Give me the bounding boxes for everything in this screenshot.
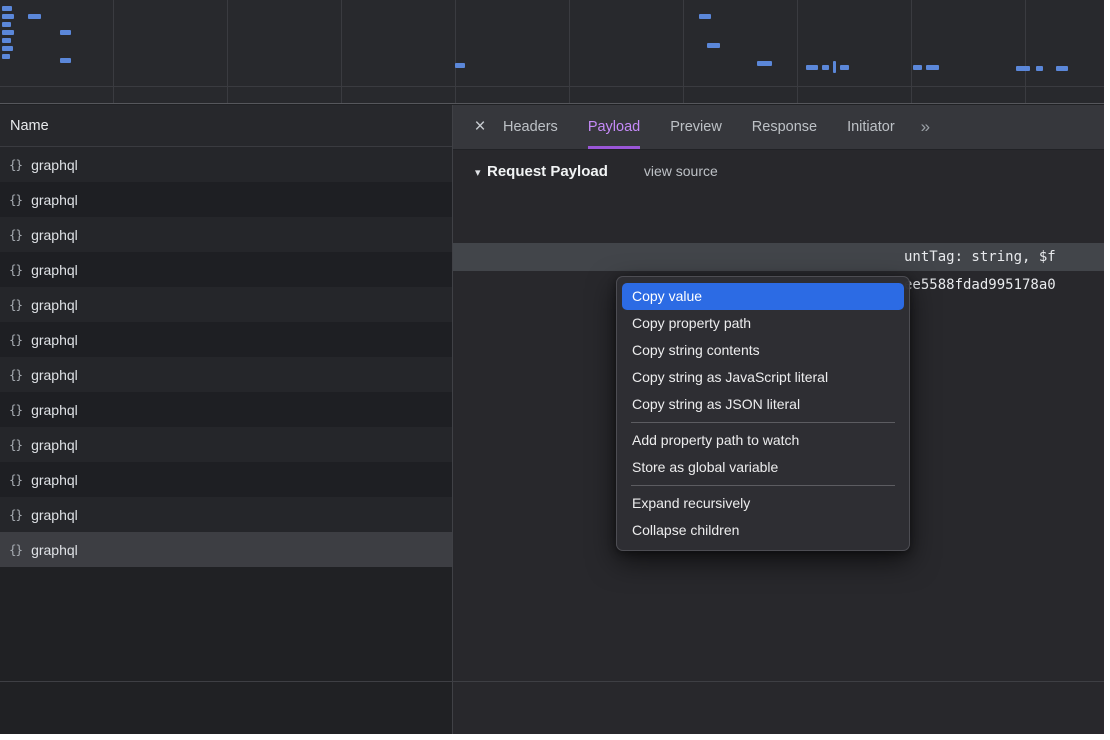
request-payload-title-group[interactable]: ▾ Request Payload [475,163,608,181]
property-value-end: untTag: string, $f [904,243,1056,271]
context-menu: Copy valueCopy property pathCopy string … [616,276,910,551]
menu-item-copy-property-path[interactable]: Copy property path [622,310,904,337]
menu-item-copy-string-as-javascript-literal[interactable]: Copy string as JavaScript literal [622,364,904,391]
json-icon: {} [9,472,22,487]
timeline-bar [833,61,836,73]
timeline-bar [707,43,720,48]
menu-item-add-property-path-to-watch[interactable]: Add property path to watch [622,427,904,454]
network-request-row[interactable]: {} graphql [0,427,452,462]
timeline-bar [806,65,818,70]
network-main: Name {} graphql {} graphql {} graphql {} graphq… [0,105,1104,734]
timeline-bar [60,30,71,35]
tab-strip: Headers Payload Preview Response Initiator [503,105,895,149]
timeline-bar [2,54,10,59]
network-request-row[interactable]: {} graphql [0,392,452,427]
network-request-row[interactable]: {} graphql [0,497,452,532]
timeline-bar [455,63,465,68]
menu-separator [631,485,895,486]
menu-item-store-as-global-variable[interactable]: Store as global variable [622,454,904,481]
json-icon: {} [9,227,22,242]
network-request-row[interactable]: {} graphql [0,462,452,497]
menu-item-copy-string-contents[interactable]: Copy string contents [622,337,904,364]
json-icon: {} [9,297,22,312]
screenshot-stage: Name {} graphql {} graphql {} graphql {} graphq… [0,0,1110,740]
request-name: graphql [31,192,78,208]
tab-response[interactable]: Response [752,105,817,149]
json-icon: {} [9,262,22,277]
tab-initiator[interactable]: Initiator [847,105,895,149]
network-request-row[interactable]: {} graphql [0,252,452,287]
timeline-bar [840,65,849,70]
timeline-bar [913,65,922,70]
menu-item-collapse-children[interactable]: Collapse children [622,517,904,544]
network-request-row[interactable]: {} graphql [0,322,452,357]
request-name: graphql [31,542,78,558]
section-caret-icon: ▾ [475,167,481,179]
close-icon[interactable]: × [467,116,493,138]
timeline-bar [757,61,772,66]
payload-root-row[interactable]: ▼{operationName: "ipFlowTimeseries", var… [453,187,1104,215]
json-icon: {} [9,507,22,522]
name-column-header[interactable]: Name [0,105,452,147]
request-payload-section: ▾ Request Payload view source [475,163,1104,181]
json-icon: {} [9,542,22,557]
menu-item-expand-recursively[interactable]: Expand recursively [622,490,904,517]
timeline-bar [926,65,939,70]
network-request-row[interactable]: {} graphql [0,357,452,392]
request-name: graphql [31,367,78,383]
timeline-bar [28,14,41,19]
payload-row-query[interactable]: query:"qu untTag: string, $f [453,243,1104,271]
request-name: graphql [31,437,78,453]
request-name: graphql [31,472,78,488]
request-name: graphql [31,507,78,523]
request-list-panel: Name {} graphql {} graphql {} graphql {} graphq… [0,105,453,734]
name-column-label: Name [10,118,49,134]
timeline-bar [2,14,14,19]
tab-headers[interactable]: Headers [503,105,558,149]
network-request-row[interactable]: {} graphql [0,147,452,182]
timeline-bar [822,65,829,70]
request-list: {} graphql {} graphql {} graphql {} graphql {} gr… [0,147,452,567]
property-value-end: ee5588fdad995178a0 [904,271,1056,299]
timeline-bar [2,38,11,43]
json-icon: {} [9,437,22,452]
json-icon: {} [9,367,22,382]
request-name: graphql [31,402,78,418]
detail-tab-bar: × Headers Payload Preview Response Initiator… [453,105,1104,150]
tab-preview[interactable]: Preview [670,105,722,149]
request-name: graphql [31,297,78,313]
menu-item-copy-string-as-json-literal[interactable]: Copy string as JSON literal [622,391,904,418]
timeline-bar [2,22,11,27]
view-source-link[interactable]: view source [644,163,718,179]
network-request-row[interactable]: {} graphql [0,182,452,217]
timeline-bar [60,58,71,63]
request-name: graphql [31,262,78,278]
more-tabs-icon[interactable]: » [921,117,930,137]
request-payload-title: Request Payload [487,163,608,180]
timeline-bar [2,6,12,11]
json-icon: {} [9,157,22,172]
request-name: graphql [31,227,78,243]
menu-separator [631,422,895,423]
network-request-row[interactable]: {} graphql [0,532,452,567]
timeline-bar [2,46,13,51]
tab-payload[interactable]: Payload [588,105,640,149]
timeline-bar [1056,66,1068,71]
timeline-bar [2,30,14,35]
network-request-row[interactable]: {} graphql [0,287,452,322]
timeline-bar [1016,66,1030,71]
request-name: graphql [31,157,78,173]
request-name: graphql [31,332,78,348]
timeline-bar [1036,66,1043,71]
timeline-bar [699,14,711,19]
json-icon: {} [9,192,22,207]
devtools-window: Name {} graphql {} graphql {} graphql {} graphq… [0,0,1104,734]
summary-divider [0,681,1104,682]
network-overview[interactable] [0,0,1104,104]
network-request-row[interactable]: {} graphql [0,217,452,252]
json-icon: {} [9,402,22,417]
json-icon: {} [9,332,22,347]
menu-item-copy-value[interactable]: Copy value [622,283,904,310]
payload-row-operationname[interactable]: operationName:"ipFlowTimeseries" [453,215,1104,243]
